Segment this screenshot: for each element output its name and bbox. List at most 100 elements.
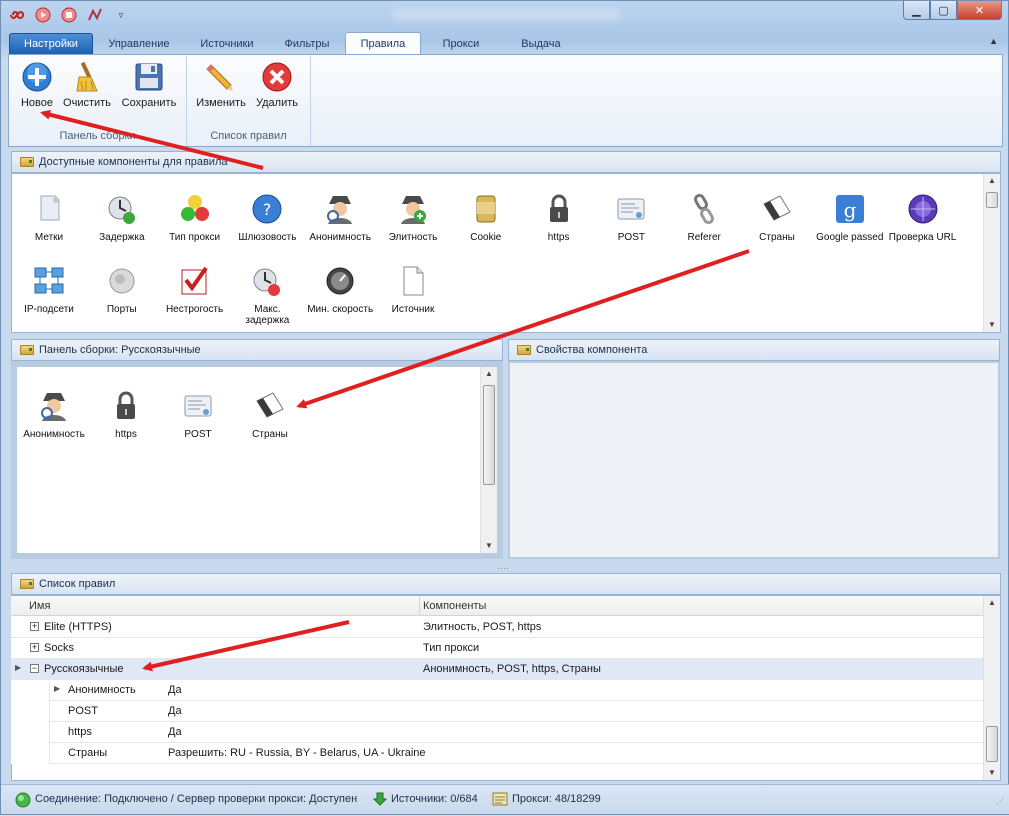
available-component-label: Элитность xyxy=(388,232,438,243)
assembly-item-3[interactable]: Страны xyxy=(235,389,305,440)
expand-icon[interactable]: + xyxy=(30,643,39,652)
assembly-item-1[interactable]: https xyxy=(91,389,161,440)
available-component-2[interactable]: Тип прокси xyxy=(160,192,230,243)
proxies-count: Прокси: 48/18299 xyxy=(512,793,601,805)
column-header-name[interactable]: Имя xyxy=(29,600,50,612)
available-component-9[interactable]: Referer xyxy=(669,192,739,243)
collapse-icon[interactable]: − xyxy=(30,664,39,673)
ribbon-collapse-icon[interactable]: ▲ xyxy=(989,36,998,46)
available-component-10[interactable]: Страны xyxy=(742,192,812,243)
tab-filters[interactable]: Фильтры xyxy=(269,33,345,54)
rule-detail-row[interactable]: Страны Разрешить: RU - Russia, BY - Belar… xyxy=(49,743,983,764)
scroll-up-icon[interactable]: ▲ xyxy=(984,174,1000,188)
clear-button[interactable]: Очистить xyxy=(59,61,115,109)
available-component-row2-icon xyxy=(105,264,139,298)
available-component-6[interactable]: Cookie xyxy=(451,192,521,243)
tab-sources[interactable]: Источники xyxy=(185,33,269,54)
app-logo-icon[interactable] xyxy=(9,7,25,23)
available-component-row2-icon xyxy=(178,264,212,298)
assembly-item-2[interactable]: POST xyxy=(163,389,233,440)
save-button[interactable]: Сохранить xyxy=(117,61,181,109)
tab-management[interactable]: Управление xyxy=(93,33,185,54)
available-component-0[interactable]: Метки xyxy=(14,192,84,243)
available-scrollbar[interactable]: ▲ ▼ xyxy=(983,174,1000,332)
row-indicator-icon: ▶ xyxy=(15,663,22,672)
scroll-up-icon[interactable]: ▲ xyxy=(984,596,1000,610)
edit-button[interactable]: Изменить xyxy=(193,61,249,109)
rules-grid: Имя Компоненты + Elite (HTTPS) Элитность, … xyxy=(11,596,983,764)
available-component-icon xyxy=(906,192,940,226)
assembly-scrollbar[interactable]: ▲ ▼ xyxy=(480,367,497,553)
available-component-11[interactable]: g Google passed xyxy=(815,192,885,243)
tab-proxies[interactable]: Прокси xyxy=(421,33,501,54)
rule-detail-row[interactable]: ▶ Анонимность Да xyxy=(49,680,983,701)
available-component-label: Страны xyxy=(759,232,795,243)
tab-rules[interactable]: Правила xyxy=(344,32,421,54)
rule-row[interactable]: + Socks Тип прокси xyxy=(11,638,983,659)
available-component-row2-label: Порты xyxy=(106,304,137,315)
broom-icon xyxy=(76,61,98,92)
available-component-row2-1[interactable]: Порты xyxy=(87,264,157,315)
available-component-row2-4[interactable]: Мин. скорость xyxy=(305,264,375,315)
close-button[interactable]: ✕ xyxy=(957,1,1002,20)
scroll-thumb[interactable] xyxy=(986,726,998,762)
maximize-button[interactable]: ▢ xyxy=(930,1,957,20)
available-component-row2-3[interactable]: Макс. задержка xyxy=(232,264,302,326)
start-icon[interactable] xyxy=(35,7,51,23)
available-component-4[interactable]: Анонимность xyxy=(305,192,375,243)
available-component-row2-0[interactable]: IP-подсети xyxy=(14,264,84,315)
available-component-row2-5[interactable]: Источник xyxy=(378,264,448,315)
available-component-1[interactable]: Задержка xyxy=(87,192,157,243)
network-icon[interactable] xyxy=(87,7,103,23)
available-component-row2-2[interactable]: Нестрогость xyxy=(160,264,230,315)
stop-icon[interactable] xyxy=(61,7,77,23)
available-component-icon xyxy=(178,192,212,226)
available-components-panel: ▲ ▼ Метки Задержка Тип прокси? Шлюзовость Ан… xyxy=(11,173,1001,333)
available-component-label: Анонимность xyxy=(309,232,371,243)
rule-row[interactable]: + Elite (HTTPS) Элитность, POST, https xyxy=(11,617,983,638)
available-component-8[interactable]: POST xyxy=(596,192,666,243)
scroll-down-icon[interactable]: ▼ xyxy=(984,766,1000,780)
rule-name: Elite (HTTPS) xyxy=(44,621,112,633)
expand-icon[interactable]: + xyxy=(30,622,39,631)
svg-text:g: g xyxy=(843,198,856,222)
available-component-12[interactable]: Проверка URL xyxy=(888,192,958,243)
detail-name: https xyxy=(68,726,92,738)
rules-scrollbar[interactable]: ▲ ▼ xyxy=(983,596,1000,780)
scroll-thumb[interactable] xyxy=(986,192,998,208)
assembly-item-0[interactable]: Анонимность xyxy=(19,389,89,440)
available-component-7[interactable]: https xyxy=(524,192,594,243)
resize-grip-icon[interactable]: ⋰ xyxy=(996,797,1004,806)
scroll-down-icon[interactable]: ▼ xyxy=(481,539,497,553)
scroll-down-icon[interactable]: ▼ xyxy=(984,318,1000,332)
rule-detail-row[interactable]: https Да xyxy=(49,722,983,743)
detail-name: POST xyxy=(68,705,98,717)
available-component-3[interactable]: ? Шлюзовость xyxy=(232,192,302,243)
rules-list-group: Изменить Удалить Список правил xyxy=(187,55,311,146)
scroll-up-icon[interactable]: ▲ xyxy=(481,367,497,381)
new-button[interactable]: Новое xyxy=(9,61,65,109)
folder-icon xyxy=(20,579,34,589)
ribbon: Новое Очистить Сохранить Панель сборки И… xyxy=(8,54,1003,147)
properties-folder-icon xyxy=(517,345,531,355)
column-header-components[interactable]: Компоненты xyxy=(423,600,486,612)
folder-icon xyxy=(20,157,34,167)
available-component-icon xyxy=(32,192,66,226)
minimize-button[interactable]: ▁ xyxy=(903,1,930,20)
delete-button[interactable]: Удалить xyxy=(249,61,305,109)
scroll-thumb[interactable] xyxy=(483,385,495,485)
available-component-label: Cookie xyxy=(470,232,502,243)
available-component-label: Google passed xyxy=(816,232,884,243)
available-component-row2-icon xyxy=(250,264,284,298)
available-component-icon xyxy=(687,192,721,226)
splitter-grip[interactable]: ···· xyxy=(497,563,509,573)
rule-detail-row[interactable]: POST Да xyxy=(49,701,983,722)
app-window: ▿ ▁ ▢ ✕ Настройки Управление Источники Ф… xyxy=(0,0,1009,815)
rule-row[interactable]: ▶ − Русскоязычные Анонимность, POST, https,… xyxy=(11,659,983,680)
tab-output[interactable]: Выдача xyxy=(501,33,581,54)
available-component-5[interactable]: Элитность xyxy=(378,192,448,243)
customize-toolbar-icon[interactable]: ▿ xyxy=(113,7,129,23)
tab-settings[interactable]: Настройки xyxy=(9,33,93,54)
plus-icon xyxy=(22,62,52,92)
assembly-item-icon xyxy=(181,389,215,423)
